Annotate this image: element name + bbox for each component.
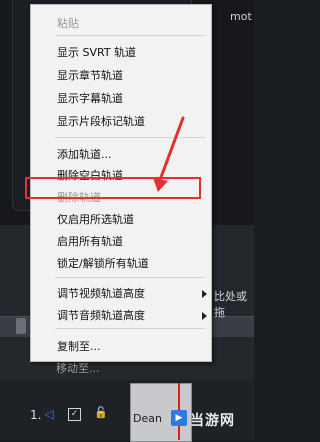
menu-item-copy-to[interactable]: 复制至... bbox=[57, 338, 101, 354]
lock-icon[interactable]: 🔓 bbox=[94, 406, 108, 420]
menu-separator bbox=[55, 35, 205, 36]
menu-item-video-track-height[interactable]: 调节视频轨道高度 bbox=[57, 285, 145, 301]
clip-label: Dean bbox=[133, 412, 162, 425]
menu-item-show-chapter-track[interactable]: 显示章节轨道 bbox=[57, 67, 123, 83]
menu-item-show-svrt-track[interactable]: 显示 SVRT 轨道 bbox=[57, 44, 136, 60]
menu-item-lock-unlock-all[interactable]: 锁定/解锁所有轨道 bbox=[57, 255, 149, 271]
background-label-top: mot bbox=[230, 10, 252, 23]
menu-item-show-subtitle-track[interactable]: 显示字幕轨道 bbox=[57, 90, 123, 106]
watermark-text: 当游网 bbox=[190, 413, 235, 429]
submenu-arrow-icon bbox=[202, 312, 207, 320]
menu-separator bbox=[55, 277, 205, 278]
submenu-arrow-icon bbox=[202, 290, 207, 298]
menu-separator bbox=[55, 328, 205, 329]
menu-separator bbox=[55, 137, 205, 138]
menu-item-show-clip-marker-track[interactable]: 显示片段标记轨道 bbox=[57, 113, 145, 129]
track-enable-checkbox[interactable]: ✓ bbox=[68, 408, 81, 421]
background-label-mid: 比处或拖 bbox=[214, 290, 247, 319]
track-number: 1. bbox=[30, 408, 42, 422]
timeline-scroll-knob[interactable] bbox=[16, 318, 26, 334]
speaker-icon[interactable]: ◁ bbox=[41, 406, 57, 422]
menu-item-enable-selected-only[interactable]: 仅启用所选轨道 bbox=[57, 211, 134, 227]
watermark-logo-icon: ▶ bbox=[171, 410, 187, 426]
menu-item-move-to[interactable]: 移动至... bbox=[56, 360, 100, 376]
menu-item-add-track[interactable]: 添加轨道... bbox=[57, 146, 112, 162]
annotation-highlight-box bbox=[25, 177, 201, 199]
menu-item-audio-track-height[interactable]: 调节音频轨道高度 bbox=[57, 307, 145, 323]
menu-item-paste[interactable]: 粘贴 bbox=[57, 15, 79, 31]
menu-item-enable-all-tracks[interactable]: 启用所有轨道 bbox=[57, 233, 123, 249]
